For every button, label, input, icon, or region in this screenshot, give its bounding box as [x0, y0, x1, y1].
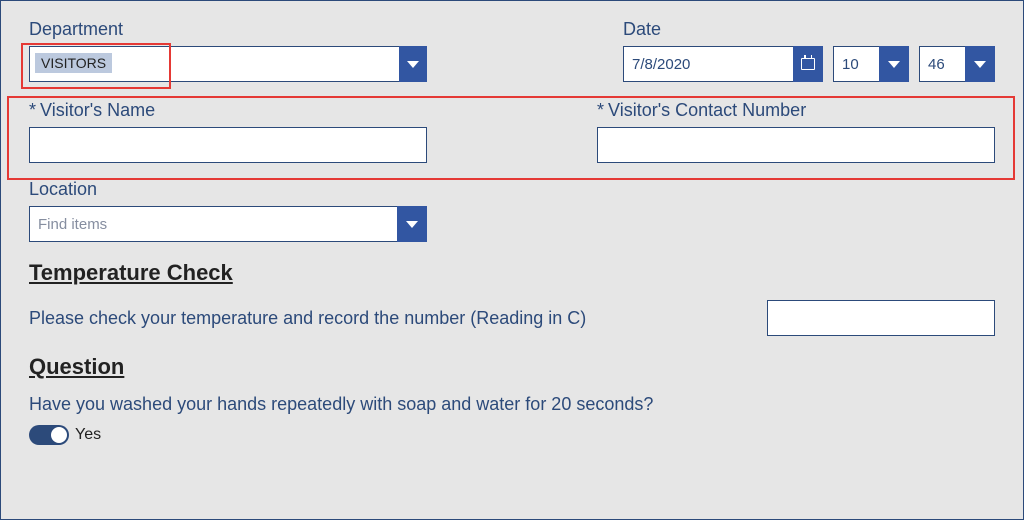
- date-input[interactable]: [623, 46, 793, 82]
- visitor-name-field: *Visitor's Name: [29, 100, 427, 163]
- department-dropdown-button[interactable]: [399, 46, 427, 82]
- department-select[interactable]: VISITORS: [29, 46, 399, 82]
- hour-dropdown-button[interactable]: [879, 46, 909, 82]
- question-prompt: Have you washed your hands repeatedly wi…: [29, 394, 995, 415]
- minute-dropdown-button[interactable]: [965, 46, 995, 82]
- toggle-label: Yes: [75, 426, 101, 444]
- location-field: Location: [29, 179, 995, 242]
- hour-input[interactable]: [833, 46, 879, 82]
- calendar-icon: [801, 58, 815, 70]
- chevron-down-icon: [974, 61, 986, 68]
- location-label: Location: [29, 179, 995, 200]
- visitor-contact-label: *Visitor's Contact Number: [597, 100, 995, 121]
- department-label: Department: [29, 19, 427, 40]
- department-field: Department VISITORS: [29, 19, 427, 82]
- visitor-name-label: *Visitor's Name: [29, 100, 427, 121]
- visitor-name-input[interactable]: [29, 127, 427, 163]
- department-selected-value: VISITORS: [35, 53, 112, 73]
- required-mark: *: [29, 100, 36, 120]
- location-input[interactable]: [29, 206, 397, 242]
- temperature-heading: Temperature Check: [29, 260, 995, 286]
- location-dropdown-button[interactable]: [397, 206, 427, 242]
- required-mark: *: [597, 100, 604, 120]
- temperature-prompt: Please check your temperature and record…: [29, 308, 586, 329]
- handwash-toggle[interactable]: [29, 425, 69, 445]
- chevron-down-icon: [407, 61, 419, 68]
- date-label: Date: [623, 19, 995, 40]
- date-picker-button[interactable]: [793, 46, 823, 82]
- visitor-contact-field: *Visitor's Contact Number: [597, 100, 995, 163]
- minute-input[interactable]: [919, 46, 965, 82]
- chevron-down-icon: [406, 221, 418, 228]
- chevron-down-icon: [888, 61, 900, 68]
- question-heading: Question: [29, 354, 995, 380]
- date-field: Date: [623, 19, 995, 82]
- temperature-input[interactable]: [767, 300, 995, 336]
- visitor-contact-input[interactable]: [597, 127, 995, 163]
